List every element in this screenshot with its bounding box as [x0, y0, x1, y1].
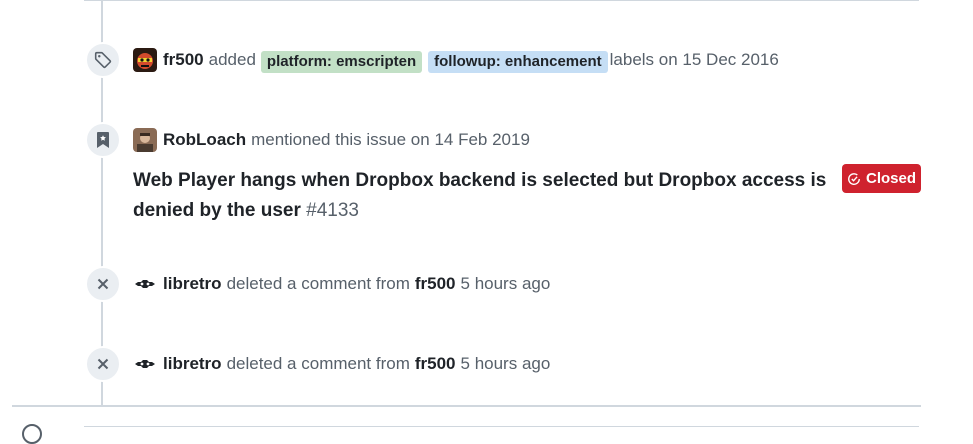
mention-text: mentioned this issue on 14 Feb 2019	[251, 130, 530, 149]
referenced-issue-title[interactable]: Web Player hangs when Dropbox backend is…	[133, 170, 826, 221]
actor-link[interactable]: RobLoach	[163, 130, 246, 150]
avatar[interactable]	[133, 352, 157, 376]
target-user-link[interactable]: fr500	[415, 274, 456, 294]
label-followup-enhancement[interactable]: followup: enhancement	[428, 51, 608, 73]
delete-event: libretro deleted a comment from fr500 5 …	[133, 272, 550, 296]
avatar[interactable]	[133, 48, 157, 72]
issue-closed-icon	[847, 172, 861, 186]
event-suffix: labels on 15 Dec 2016	[609, 50, 779, 69]
x-icon	[85, 266, 121, 302]
x-icon	[85, 346, 121, 382]
event-action: deleted a comment from	[226, 274, 410, 293]
event-time[interactable]: 5 hours ago	[461, 274, 551, 294]
tag-icon	[85, 42, 121, 78]
actor-link[interactable]: fr500	[163, 50, 204, 70]
bottom-divider	[12, 405, 921, 407]
label-event: fr500 added platform: emscripten followu…	[133, 48, 779, 73]
status-label: Closed	[865, 170, 916, 187]
avatar[interactable]	[133, 128, 157, 152]
avatar[interactable]	[133, 272, 157, 296]
event-action: deleted a comment from	[226, 354, 410, 373]
status-badge: Closed	[842, 164, 921, 193]
referenced-issue-number[interactable]: #4133	[306, 200, 359, 221]
bookmark-icon	[85, 122, 121, 158]
mention-event: RobLoach mentioned this issue on 14 Feb …	[133, 128, 530, 152]
referenced-issue[interactable]: Web Player hangs when Dropbox backend is…	[133, 166, 833, 226]
actor-link[interactable]: libretro	[163, 274, 222, 294]
top-divider	[84, 0, 919, 1]
next-item-avatar	[22, 424, 42, 444]
target-user-link[interactable]: fr500	[415, 354, 456, 374]
actor-link[interactable]: libretro	[163, 354, 222, 374]
delete-event: libretro deleted a comment from fr500 5 …	[133, 352, 550, 376]
label-platform-emscripten[interactable]: platform: emscripten	[260, 51, 423, 73]
event-time[interactable]: 5 hours ago	[461, 354, 551, 374]
next-item-divider	[84, 426, 919, 427]
event-verb: added	[208, 50, 256, 69]
